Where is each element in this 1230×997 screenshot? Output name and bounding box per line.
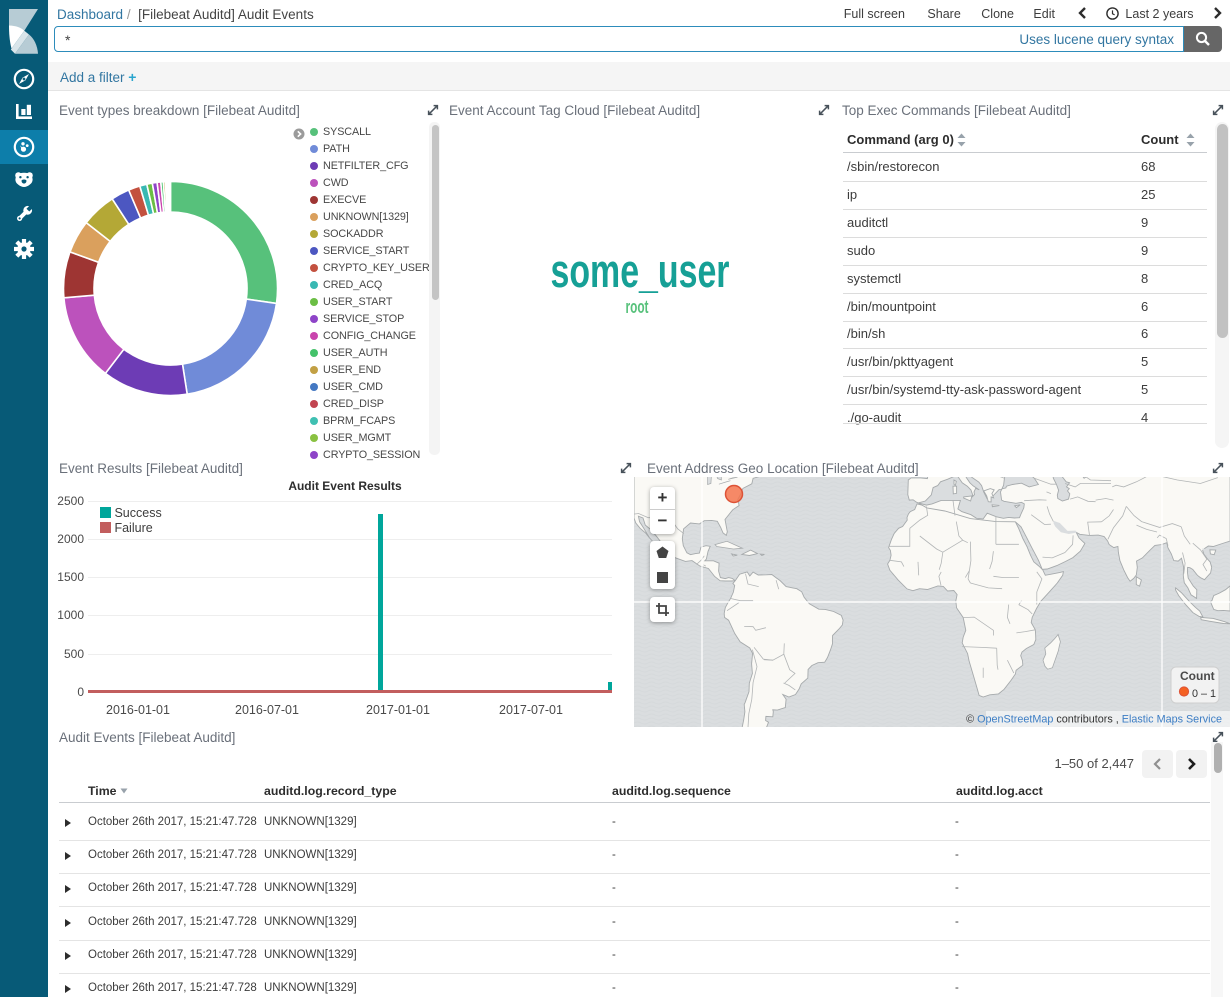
svg-text:Count: Count [1180, 669, 1215, 683]
svg-text:0 – 1: 0 – 1 [1192, 688, 1216, 700]
svg-text:some_user: some_user [551, 244, 730, 297]
svg-text:© OpenStreetMap contributors ,: © OpenStreetMap contributors , Elastic M… [966, 714, 1222, 726]
svg-text:root: root [626, 297, 649, 317]
